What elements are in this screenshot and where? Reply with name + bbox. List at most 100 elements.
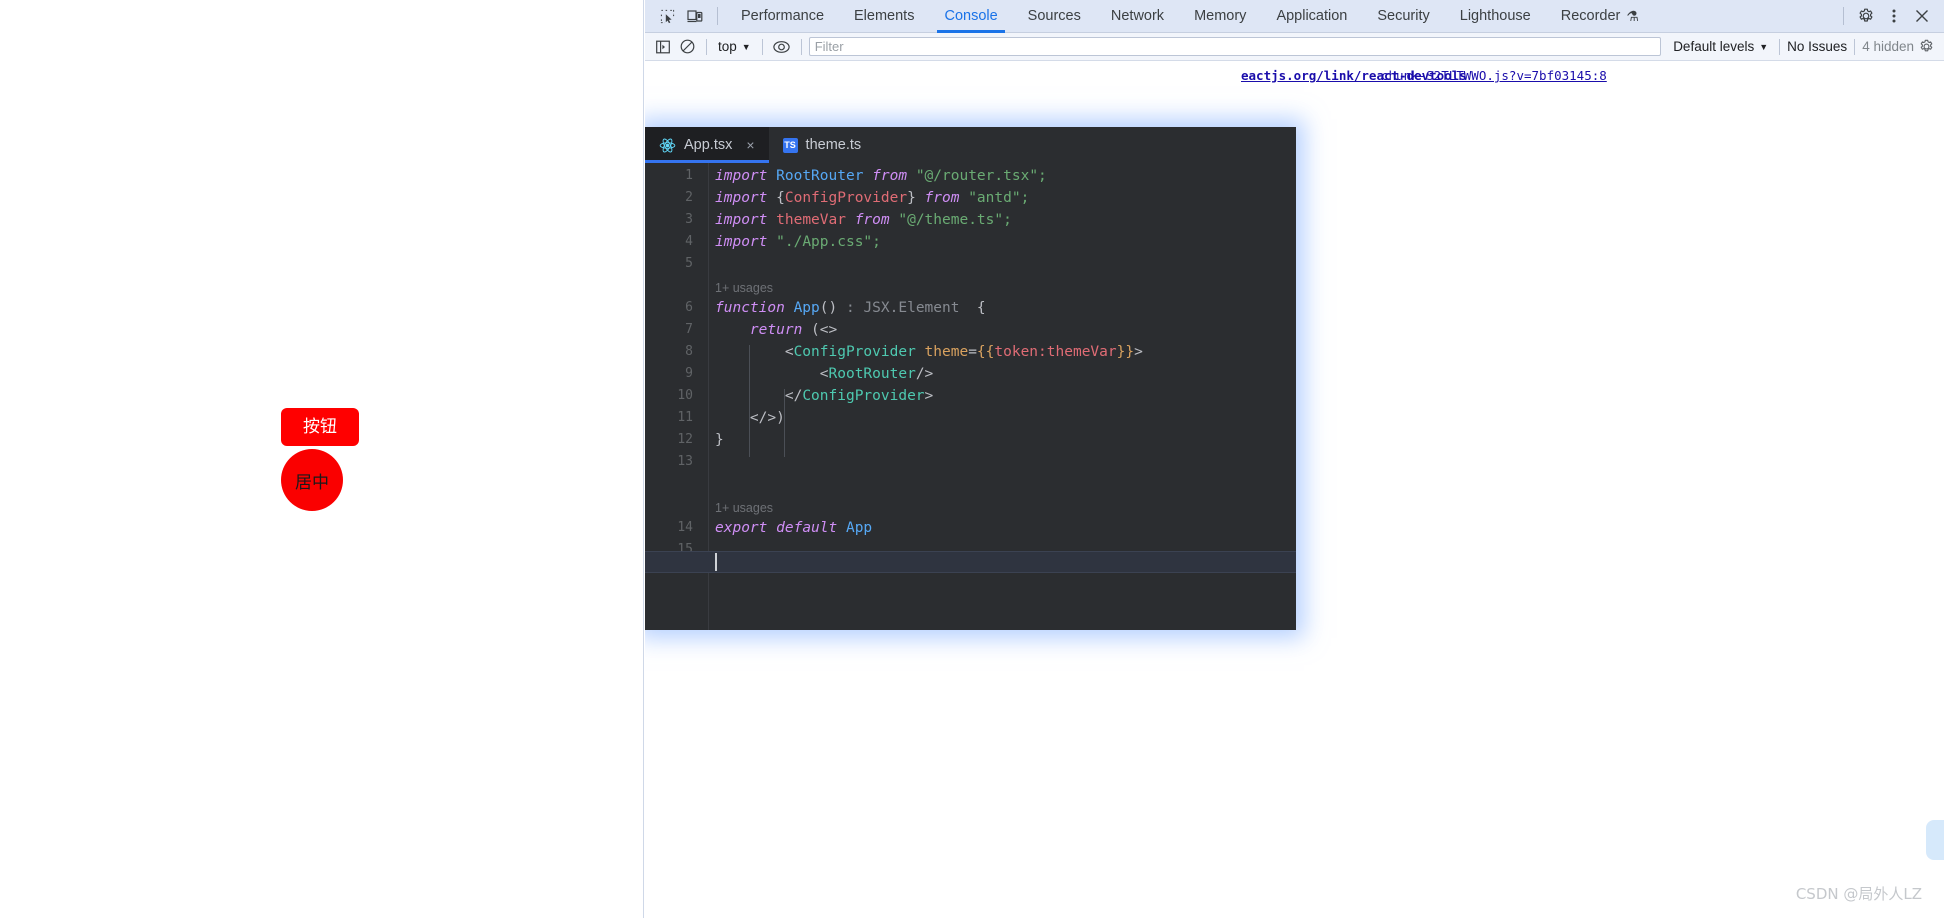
tab-console[interactable]: Console bbox=[929, 0, 1012, 33]
code-line[interactable]: } bbox=[715, 432, 724, 448]
code-token: token:themeVar bbox=[994, 344, 1117, 360]
chevron-down-icon-levels: ▼ bbox=[1759, 41, 1769, 52]
console-sidebar-icon[interactable] bbox=[651, 36, 675, 58]
code-token: default bbox=[776, 520, 838, 536]
code-editor-overlay: App.tsx × TS theme.ts 1 import RootRouter… bbox=[645, 127, 1296, 630]
code-token: /> bbox=[915, 366, 934, 382]
log-levels-label: Default levels bbox=[1673, 39, 1755, 54]
tab-elements[interactable]: Elements bbox=[839, 0, 929, 33]
tab-memory[interactable]: Memory bbox=[1179, 0, 1261, 33]
code-line[interactable]: </>) bbox=[715, 410, 785, 426]
tab-recorder[interactable]: Recorder ⚗ bbox=[1546, 0, 1654, 33]
chevron-down-icon: ▼ bbox=[741, 41, 751, 52]
code-token: function bbox=[715, 300, 785, 316]
console-source-link[interactable]: chunk-S2TLTWWO.js?v=7bf03145:8 bbox=[1381, 68, 1607, 83]
usages-inlay-hint[interactable]: 1+ usages bbox=[715, 501, 773, 515]
log-levels-selector[interactable]: Default levels ▼ bbox=[1669, 37, 1772, 56]
code-token: RootRouter bbox=[828, 366, 916, 382]
toolbar-divider-right bbox=[1843, 7, 1844, 25]
code-line[interactable]: import RootRouter from "@/router.tsx"; bbox=[715, 168, 1047, 184]
code-token: ConfigProvider bbox=[793, 344, 916, 360]
console-filter-input[interactable] bbox=[808, 37, 1662, 56]
code-token: ConfigProvider bbox=[802, 388, 925, 404]
code-token: theme bbox=[924, 344, 969, 360]
console-message-source: chunk-S2TLTWWO.js?v=7bf03145:8 bbox=[1381, 68, 1607, 83]
code-token: RootRouter bbox=[776, 168, 864, 184]
line-number: 5 bbox=[685, 256, 693, 271]
devtools-toolbar: Performance Elements Console Sources Net… bbox=[645, 0, 1944, 33]
tab-security[interactable]: Security bbox=[1362, 0, 1444, 33]
code-token: } bbox=[907, 190, 925, 206]
usages-inlay-hint[interactable]: 1+ usages bbox=[715, 281, 773, 295]
demo-circle-button[interactable]: 居中 bbox=[281, 449, 343, 511]
react-icon bbox=[659, 137, 676, 154]
code-line[interactable]: </ConfigProvider> bbox=[715, 388, 933, 404]
tab-lighthouse[interactable]: Lighthouse bbox=[1445, 0, 1546, 33]
demo-button[interactable]: 按钮 bbox=[281, 408, 359, 446]
execution-context-selector[interactable]: top ▼ bbox=[714, 37, 755, 56]
line-number: 12 bbox=[677, 432, 693, 447]
watermark: CSDN @局外人LZ bbox=[1795, 885, 1922, 903]
gear-icon[interactable] bbox=[1852, 3, 1880, 29]
line-number: 7 bbox=[685, 322, 693, 337]
filterbar-divider-5 bbox=[1854, 38, 1856, 55]
code-token: import bbox=[715, 190, 768, 206]
code-token: }} bbox=[1116, 344, 1135, 360]
code-token: import bbox=[715, 168, 768, 184]
editor-tab-bar: App.tsx × TS theme.ts bbox=[645, 127, 1296, 163]
code-line[interactable]: <RootRouter/> bbox=[715, 366, 934, 382]
line-number: 3 bbox=[685, 212, 693, 227]
code-token: "antd"; bbox=[968, 190, 1030, 206]
code-line[interactable]: import {ConfigProvider} from "antd"; bbox=[715, 190, 1029, 206]
line-number: 1 bbox=[685, 168, 693, 183]
clear-console-icon[interactable] bbox=[675, 36, 699, 58]
tab-sources[interactable]: Sources bbox=[1013, 0, 1096, 33]
code-line[interactable]: import "./App.css"; bbox=[715, 234, 881, 250]
kebab-menu-icon[interactable] bbox=[1880, 3, 1908, 29]
editor-code-area[interactable]: 1 import RootRouter from "@/router.tsx"; 2… bbox=[645, 163, 1296, 630]
code-token: : JSX.Element bbox=[837, 300, 969, 316]
device-toolbar-icon[interactable] bbox=[681, 3, 709, 29]
code-line[interactable]: function App() : JSX.Element { bbox=[715, 300, 986, 316]
code-token: import bbox=[715, 234, 768, 250]
close-icon[interactable] bbox=[1908, 3, 1936, 29]
corner-widget[interactable] bbox=[1926, 820, 1944, 860]
code-token: import bbox=[715, 212, 768, 228]
close-icon[interactable]: × bbox=[746, 137, 754, 153]
issues-status[interactable]: No Issues bbox=[1787, 39, 1847, 54]
hidden-messages-count: 4 hidden bbox=[1862, 39, 1914, 54]
tab-network[interactable]: Network bbox=[1096, 0, 1179, 33]
tab-performance[interactable]: Performance bbox=[726, 0, 839, 33]
filterbar-divider-3 bbox=[800, 38, 802, 55]
code-token: return bbox=[749, 322, 803, 338]
code-line[interactable]: export default App bbox=[715, 520, 872, 536]
devtools-window: Performance Elements Console Sources Net… bbox=[645, 0, 1944, 918]
line-number: 8 bbox=[685, 344, 693, 359]
console-settings-icon[interactable] bbox=[1914, 36, 1938, 58]
editor-tab-app-tsx[interactable]: App.tsx × bbox=[645, 127, 769, 163]
tab-label: Elements bbox=[854, 8, 915, 24]
editor-tab-theme-ts[interactable]: TS theme.ts bbox=[769, 127, 876, 163]
devtools-panel-tabs: Performance Elements Console Sources Net… bbox=[726, 0, 1654, 33]
line-number: 13 bbox=[677, 454, 693, 469]
code-line[interactable]: return (<> bbox=[715, 322, 837, 338]
inspect-element-icon[interactable] bbox=[653, 3, 681, 29]
editor-tab-label: App.tsx bbox=[684, 137, 733, 153]
console-output-area[interactable]: eactjs.org/link/react-devtools chunk-S2T… bbox=[645, 61, 1944, 917]
tab-application[interactable]: Application bbox=[1261, 0, 1362, 33]
code-line[interactable]: import themeVar from "@/theme.ts"; bbox=[715, 212, 1012, 228]
line-number: 10 bbox=[677, 388, 693, 403]
line-number: 9 bbox=[685, 366, 693, 381]
filterbar-divider-1 bbox=[706, 38, 707, 55]
experiment-flask-icon: ⚗ bbox=[1626, 7, 1639, 24]
code-line[interactable]: <ConfigProvider theme={{token:themeVar}}… bbox=[715, 344, 1143, 360]
live-expression-icon[interactable] bbox=[770, 36, 794, 58]
code-token: = bbox=[968, 344, 977, 360]
